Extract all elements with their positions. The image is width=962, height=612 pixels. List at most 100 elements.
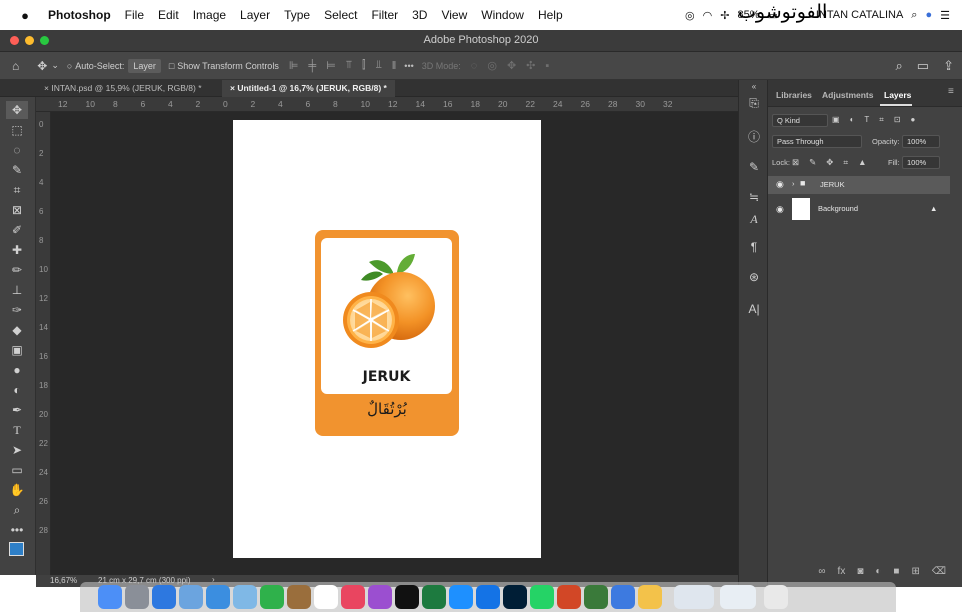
eyedropper-tool-icon[interactable]: ✐ — [6, 221, 28, 239]
music-icon[interactable] — [341, 585, 365, 609]
link-layers-icon[interactable]: ∞ — [818, 566, 825, 577]
rectangle-tool-icon[interactable]: ▭ — [6, 461, 28, 479]
opacity-field[interactable]: 100% — [902, 135, 940, 148]
menu-app-name[interactable]: Photoshop — [48, 8, 111, 22]
lock-all-icon[interactable]: ▲ — [858, 157, 866, 171]
3d-orbit-icon[interactable]: ◌ — [471, 60, 478, 72]
downloads-app-icon[interactable] — [584, 585, 608, 609]
control-center-icon[interactable]: ☰ — [940, 9, 950, 22]
tab-libraries[interactable]: Libraries — [776, 90, 812, 100]
powerpoint-icon[interactable] — [557, 585, 581, 609]
workspace-icon[interactable]: ▭ — [917, 58, 929, 74]
facetime-icon[interactable] — [260, 585, 284, 609]
menu-view[interactable]: View — [441, 8, 467, 22]
auto-select-dropdown[interactable]: Layer — [128, 58, 161, 73]
preview-icon[interactable] — [179, 585, 203, 609]
info-panel-icon[interactable]: ⓘ — [743, 128, 765, 145]
menu-help[interactable]: Help — [538, 8, 563, 22]
safari-icon[interactable] — [152, 585, 176, 609]
align-middle-icon[interactable]: ⫿ — [362, 59, 366, 72]
recent-window-thumbnail[interactable] — [720, 585, 756, 609]
lock-transparency-icon[interactable]: ⊠ — [792, 157, 799, 171]
paragraph-panel-icon[interactable]: ¶ — [743, 240, 765, 254]
photoshop-dock-icon[interactable] — [503, 585, 527, 609]
collapse-arrows-icon[interactable]: « — [743, 82, 765, 91]
type-tool-icon[interactable]: T — [6, 421, 28, 439]
menu-3d[interactable]: 3D — [412, 8, 427, 22]
zoom-tool-icon[interactable]: ⌕ — [6, 501, 28, 519]
calendar-icon[interactable] — [314, 585, 338, 609]
zoom-level[interactable]: 16,67% — [50, 576, 77, 585]
pen-tool-icon[interactable]: ✒ — [6, 401, 28, 419]
podcasts-icon[interactable] — [368, 585, 392, 609]
gradient-tool-icon[interactable]: ▣ — [6, 341, 28, 359]
contacts-icon[interactable] — [287, 585, 311, 609]
menu-type[interactable]: Type — [284, 8, 310, 22]
chevron-down-icon[interactable]: ⌄ — [51, 60, 59, 71]
menu-image[interactable]: Image — [193, 8, 226, 22]
fill-field[interactable]: 100% — [902, 156, 940, 169]
tab-adjustments[interactable]: Adjustments — [822, 90, 873, 100]
app-store-like-icon[interactable] — [449, 585, 473, 609]
bluetooth-icon[interactable]: ✢ — [720, 9, 729, 22]
blend-mode-dropdown[interactable]: Pass Through — [772, 135, 862, 148]
eraser-tool-icon[interactable]: ◆ — [6, 321, 28, 339]
menu-window[interactable]: Window — [481, 8, 524, 22]
lock-image-icon[interactable]: ✎ — [809, 157, 816, 171]
filter-smart-icon[interactable]: ⊡ — [894, 115, 901, 129]
blur-tool-icon[interactable]: ● — [6, 361, 28, 379]
crop-tool-icon[interactable]: ⌗ — [6, 181, 28, 199]
frame-tool-icon[interactable]: ⊠ — [6, 201, 28, 219]
recent-window-thumbnail[interactable] — [674, 585, 714, 609]
launchpad-icon[interactable] — [125, 585, 149, 609]
3d-pan-icon[interactable]: ✥ — [507, 59, 516, 72]
new-group-icon[interactable]: ■ — [893, 566, 899, 577]
brush-tool-icon[interactable]: ✏ — [6, 261, 28, 279]
align-right-icon[interactable]: ⊨ — [326, 59, 336, 72]
tab-layers[interactable]: Layers — [884, 90, 911, 100]
filter-kind-dropdown[interactable]: Q Kind — [772, 114, 828, 127]
new-layer-icon[interactable]: ⊞ — [911, 566, 919, 577]
edit-toolbar-icon[interactable]: ••• — [6, 521, 28, 539]
quick-select-tool-icon[interactable]: ✎ — [6, 161, 28, 179]
creative-cloud-icon[interactable]: ◎ — [685, 9, 695, 22]
visibility-eye-icon[interactable]: ◉ — [776, 179, 784, 190]
slack-like-icon[interactable] — [638, 585, 662, 609]
menu-filter[interactable]: Filter — [371, 8, 398, 22]
character-panel-icon[interactable]: A — [743, 212, 765, 227]
add-mask-icon[interactable]: ◙ — [857, 566, 863, 577]
chevron-right-icon[interactable]: › — [792, 179, 795, 188]
menu-select[interactable]: Select — [324, 8, 357, 22]
adjustment-layer-icon[interactable]: ◐ — [875, 566, 881, 577]
foreground-color-swatch[interactable] — [9, 542, 24, 556]
3d-camera-icon[interactable]: ▪ — [545, 60, 549, 72]
show-transform-checkbox[interactable]: □ — [169, 61, 174, 71]
layer-row-background[interactable]: ◉ Background ▲ — [768, 196, 950, 222]
auto-select-checkbox[interactable]: ○ — [67, 61, 72, 71]
paragraph-styles-icon[interactable]: A| — [743, 302, 765, 316]
align-center-icon[interactable]: ╪ — [308, 60, 316, 72]
move-tool-icon[interactable]: ✥ — [6, 101, 28, 119]
lock-position-icon[interactable]: ✥ — [826, 157, 833, 171]
trash-icon[interactable]: ⌫ — [932, 566, 946, 577]
glyphs-panel-icon[interactable]: ⊛ — [743, 270, 765, 284]
distribute-icon[interactable]: ‖ — [392, 60, 397, 72]
filter-type-icon[interactable]: T — [864, 115, 869, 129]
tab-untitled-1[interactable]: × Untitled-1 @ 16,7% (JERUK, RGB/8) * — [222, 80, 395, 97]
user-name[interactable]: INTAN CATALINA — [816, 9, 903, 21]
lock-artboard-icon[interactable]: ⌗ — [843, 157, 848, 171]
align-top-icon[interactable]: ⫪ — [346, 59, 352, 72]
filter-adjustment-icon[interactable]: ◐ — [850, 115, 855, 129]
menu-edit[interactable]: Edit — [158, 8, 179, 22]
search-icon[interactable]: ⌕ — [896, 58, 903, 74]
apple-tv-icon[interactable] — [395, 585, 419, 609]
flashcard[interactable]: JERUK بُرْتُقَالٌ — [315, 230, 459, 436]
history-panel-icon[interactable]: ⎘ — [743, 96, 765, 111]
panel-menu-icon[interactable]: ≡ — [948, 86, 954, 97]
filter-toggle-icon[interactable]: ● — [911, 115, 916, 129]
finder-icon[interactable] — [98, 585, 122, 609]
tab-intan-psd[interactable]: × INTAN.psd @ 15,9% (JERUK, RGB/8) * — [36, 80, 210, 97]
zoom-app-icon[interactable] — [611, 585, 635, 609]
canvas-workspace[interactable]: JERUK بُرْتُقَالٌ — [51, 112, 738, 575]
marquee-tool-icon[interactable]: ⬚ — [6, 121, 28, 139]
